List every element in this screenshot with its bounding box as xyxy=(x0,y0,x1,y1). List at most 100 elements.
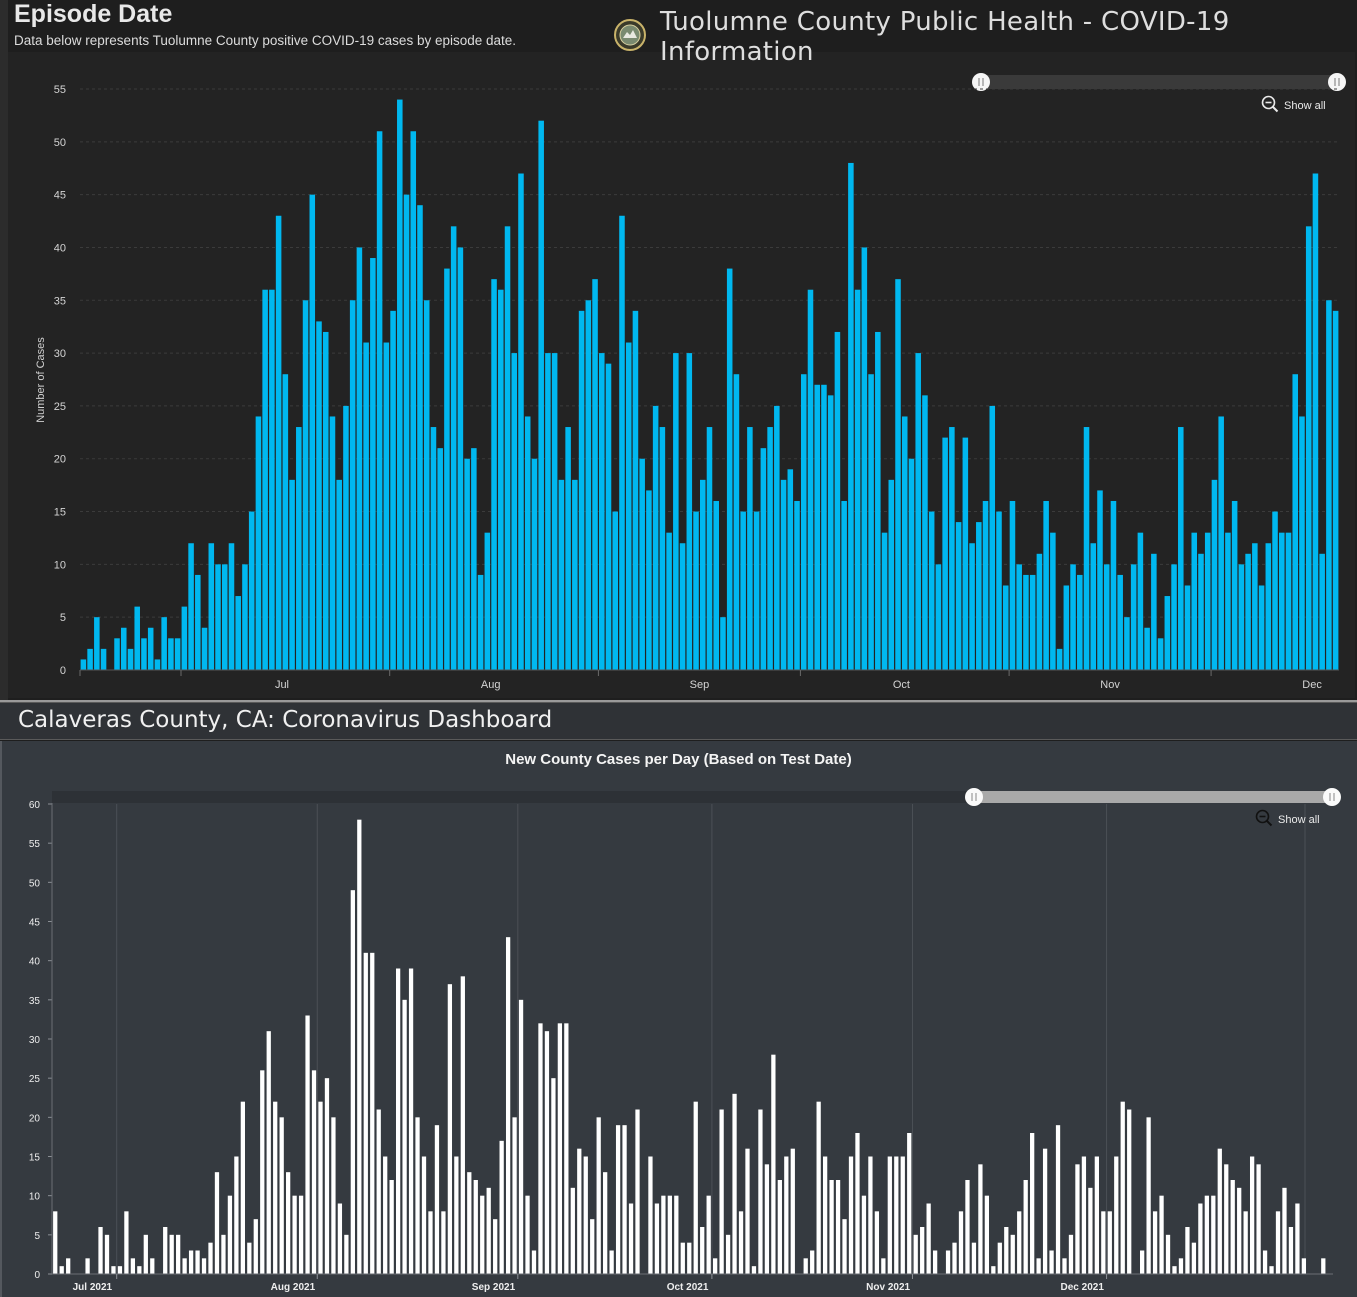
bar xyxy=(1319,553,1325,670)
bar xyxy=(551,353,558,670)
bar xyxy=(100,648,107,670)
zoom-out-icon xyxy=(1261,95,1284,116)
bar xyxy=(1077,574,1083,670)
bar xyxy=(774,405,780,670)
bar xyxy=(1178,1258,1184,1274)
y-tick-label: 50 xyxy=(29,878,41,889)
show-all-button[interactable]: Show all xyxy=(1255,809,1320,830)
bar xyxy=(473,1180,478,1274)
y-tick-label: 5 xyxy=(34,1231,40,1242)
bar xyxy=(188,543,194,670)
bar xyxy=(318,1101,323,1274)
bar xyxy=(1332,310,1339,670)
bar xyxy=(700,1227,705,1274)
range-slider-handle-icon[interactable] xyxy=(1323,788,1341,806)
y-tick-label: 0 xyxy=(60,665,66,677)
bar xyxy=(740,511,746,670)
bar xyxy=(545,353,551,670)
bar xyxy=(454,1156,459,1274)
bar xyxy=(1055,1125,1061,1274)
range-slider-handle-icon[interactable] xyxy=(1328,73,1346,91)
bar xyxy=(1146,1117,1151,1274)
bar xyxy=(1178,427,1184,670)
bar xyxy=(1042,1148,1048,1274)
bar xyxy=(311,1070,317,1274)
bar xyxy=(861,1195,867,1274)
bar xyxy=(978,1164,983,1274)
range-slider[interactable] xyxy=(972,73,1346,91)
bar xyxy=(720,617,726,670)
bar xyxy=(124,1211,129,1274)
bar xyxy=(477,574,484,670)
bar xyxy=(971,1242,977,1274)
bar xyxy=(945,1250,951,1274)
bar xyxy=(538,1023,543,1274)
bar xyxy=(316,321,322,670)
bar xyxy=(1036,553,1043,670)
show-all-button[interactable]: Show all xyxy=(1261,95,1326,116)
bar xyxy=(214,1172,220,1274)
bar xyxy=(646,490,652,670)
bar xyxy=(590,1219,595,1274)
bar xyxy=(484,532,491,670)
bar xyxy=(298,1195,304,1274)
bar xyxy=(1036,1258,1041,1274)
bar xyxy=(760,448,767,670)
range-slider-handle-icon[interactable] xyxy=(972,73,990,91)
bar xyxy=(195,574,201,670)
y-tick-label: 5 xyxy=(60,612,66,624)
bar xyxy=(247,1242,252,1274)
bar xyxy=(441,1211,446,1274)
bar xyxy=(1230,1180,1235,1274)
x-tick-label: Jul xyxy=(275,679,289,691)
bar xyxy=(98,1227,103,1274)
range-slider[interactable] xyxy=(965,788,1341,806)
bar xyxy=(1023,1180,1028,1274)
bar xyxy=(329,416,336,670)
bar xyxy=(331,1117,336,1274)
bar xyxy=(176,1234,181,1274)
bar xyxy=(163,1227,168,1274)
y-tick-label: 15 xyxy=(54,507,66,519)
bar xyxy=(447,984,453,1274)
bar xyxy=(130,1258,136,1274)
bar xyxy=(816,1101,821,1274)
bar xyxy=(888,479,895,670)
bar xyxy=(53,1211,58,1274)
bar xyxy=(59,1266,64,1274)
bar xyxy=(1068,1234,1074,1274)
bar xyxy=(188,1250,194,1274)
bar xyxy=(747,427,753,670)
bar xyxy=(1171,564,1177,670)
x-tick-label: Nov xyxy=(1100,679,1120,691)
y-tick-label: 25 xyxy=(29,1074,41,1085)
bar xyxy=(403,194,410,670)
x-tick-label: Nov 2021 xyxy=(866,1282,910,1293)
bar xyxy=(1127,1109,1132,1274)
bar xyxy=(1002,585,1009,670)
bar xyxy=(181,606,188,670)
bar xyxy=(1137,532,1144,670)
range-slider-handle-icon[interactable] xyxy=(965,788,983,806)
bar xyxy=(512,1117,517,1274)
y-tick-label: 10 xyxy=(54,559,66,571)
bar xyxy=(827,395,834,670)
bar xyxy=(680,1242,685,1274)
bar xyxy=(1094,1156,1099,1274)
bar xyxy=(383,1156,388,1274)
bar xyxy=(1164,596,1171,670)
bar xyxy=(1237,1187,1242,1274)
bar xyxy=(1198,1203,1203,1274)
bar xyxy=(599,353,605,670)
bar xyxy=(777,1180,782,1274)
bar xyxy=(732,1093,737,1274)
tuolumne-panel: Episode Date Data below represents Tuolu… xyxy=(0,0,1357,700)
bar xyxy=(437,448,443,670)
bar xyxy=(1225,532,1231,670)
bar xyxy=(907,1133,912,1274)
bar xyxy=(498,289,504,670)
calaveras-cases-chart: 0 5 10 15 20 25 30 35 40 45 50 55 60 Jul 2021 Aug 202… xyxy=(29,788,1341,1293)
x-tick-label: Oct 2021 xyxy=(667,1282,709,1293)
bar xyxy=(615,1125,621,1274)
bar xyxy=(969,543,975,670)
